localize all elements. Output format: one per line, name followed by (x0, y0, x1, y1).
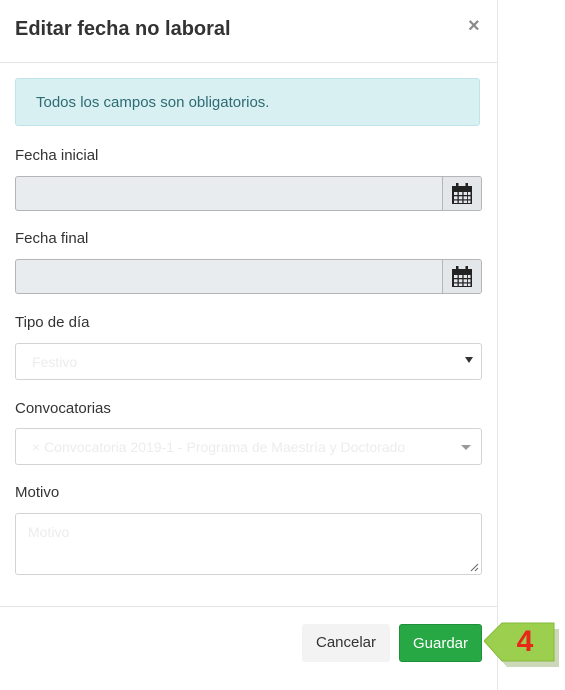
dialog-right-edge (497, 0, 498, 690)
footer-divider (0, 606, 498, 607)
caret-down-icon (465, 357, 473, 363)
calendar-icon (452, 266, 472, 287)
calls-placeholder: × Convocatoria 2019-1 - Programa de Maes… (32, 439, 406, 455)
start-date-calendar-button[interactable] (442, 177, 481, 210)
calendar-icon (452, 183, 472, 204)
reason-textarea[interactable]: Motivo (15, 513, 482, 575)
end-date-label: Fecha final (15, 230, 89, 247)
step-number: 4 (516, 625, 534, 658)
edit-holiday-dialog: Editar fecha no laboral × Todos los camp… (0, 0, 498, 690)
start-date-field[interactable] (15, 176, 482, 211)
alert-text: Todos los campos son obligatorios. (36, 94, 270, 111)
required-fields-alert: Todos los campos son obligatorios. (15, 78, 480, 126)
reason-label: Motivo (15, 484, 60, 501)
caret-down-icon (461, 445, 471, 450)
save-button[interactable]: Guardar (399, 624, 482, 662)
reason-placeholder: Motivo (28, 524, 70, 540)
calls-select[interactable]: × Convocatoria 2019-1 - Programa de Maes… (15, 428, 482, 465)
calls-label: Convocatorias (15, 400, 111, 417)
close-icon[interactable]: × (468, 16, 480, 36)
dialog-header: Editar fecha no laboral × (0, 0, 498, 63)
day-type-label: Tipo de día (15, 314, 90, 331)
start-date-label: Fecha inicial (15, 147, 99, 164)
dialog-title: Editar fecha no laboral (15, 18, 231, 40)
cancel-button[interactable]: Cancelar (302, 624, 390, 662)
resize-grip-icon[interactable] (470, 563, 479, 572)
day-type-select[interactable]: Festivo (15, 343, 482, 380)
end-date-calendar-button[interactable] (442, 260, 481, 293)
end-date-field[interactable] (15, 259, 482, 294)
day-type-placeholder: Festivo (32, 354, 78, 370)
